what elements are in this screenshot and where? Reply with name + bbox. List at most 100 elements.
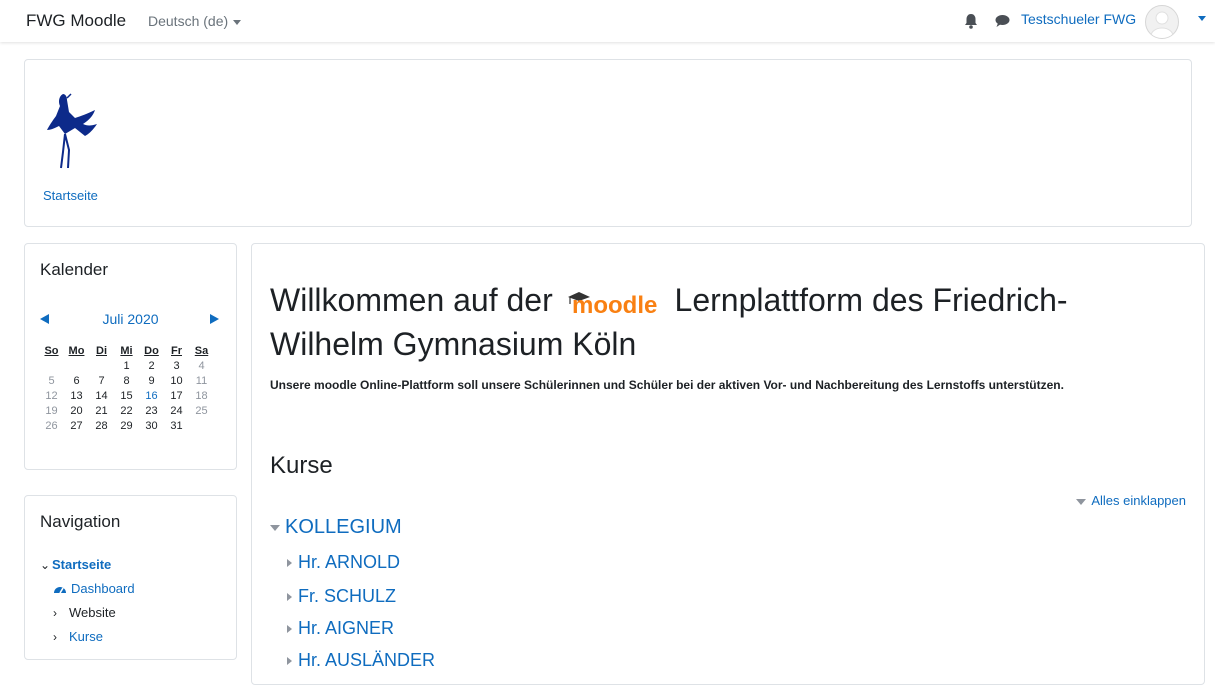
calendar-day[interactable]: 7 <box>89 373 114 388</box>
weekday-header: So <box>44 345 59 357</box>
user-menu-name[interactable]: Testschueler FWG <box>1021 11 1136 27</box>
weekday-header: Mi <box>120 345 133 357</box>
calendar-day[interactable]: 14 <box>89 388 114 403</box>
language-menu[interactable]: Deutsch (de) <box>148 13 242 29</box>
page-title: Willkommen auf der moodle Lernplattform … <box>270 278 1170 366</box>
calendar-day[interactable]: 19 <box>39 403 64 418</box>
nav-item-website[interactable]: › Website <box>40 601 135 625</box>
next-month-arrow-icon[interactable] <box>210 314 219 324</box>
courses-heading: Kurse <box>270 452 333 479</box>
weekday-header: Fr <box>171 345 182 357</box>
calendar-day[interactable]: 21 <box>89 403 114 418</box>
chat-bubble-icon[interactable] <box>995 14 1010 28</box>
calendar-block-title: Kalender <box>40 260 109 279</box>
collapsed-triangle-icon <box>287 625 292 634</box>
subcategory-item[interactable]: Hr. AIGNER <box>287 618 394 639</box>
bell-icon[interactable] <box>964 13 978 29</box>
subcategory-label: Hr. AUSLÄNDER <box>298 650 436 670</box>
welcome-text-start: Willkommen auf der <box>270 282 553 318</box>
calendar-day[interactable]: 15 <box>114 388 139 403</box>
calendar-day[interactable]: 27 <box>64 418 89 433</box>
calendar-block: Kalender Juli 2020 So Mo Di Mi Do Fr Sa … <box>24 243 237 470</box>
calendar-month-header: Juli 2020 <box>40 311 221 331</box>
subcategory-item[interactable]: Hr. ARNOLD <box>287 552 400 573</box>
calendar-empty-day <box>89 358 114 373</box>
calendar-day[interactable]: 23 <box>139 403 164 418</box>
navigation-block: Navigation ⌄ Startseite Dashboard › Webs… <box>24 495 237 660</box>
chevron-right-icon: › <box>53 630 57 644</box>
calendar-empty-day <box>64 358 89 373</box>
nav-item-label: Website <box>69 605 116 620</box>
subcategory-item[interactable]: Fr. SCHULZ <box>287 586 396 607</box>
calendar-day[interactable]: 26 <box>39 418 64 433</box>
subcategory-item[interactable]: Hr. AUSLÄNDER <box>287 650 435 671</box>
collapsed-triangle-icon <box>287 559 292 568</box>
calendar-day[interactable]: 24 <box>164 403 189 418</box>
collapse-all-link[interactable]: Alles einklappen <box>1076 493 1186 508</box>
intro-text: Unsere moodle Online-Plattform soll unse… <box>270 378 1064 392</box>
calendar-day[interactable]: 3 <box>164 358 189 373</box>
calendar-day[interactable]: 2 <box>139 358 164 373</box>
calendar-day[interactable]: 29 <box>114 418 139 433</box>
school-crane-logo <box>47 93 97 169</box>
subcategory-label: Hr. AIGNER <box>298 618 395 638</box>
navigation-tree: ⌄ Startseite Dashboard › Website › Kurse <box>40 553 135 649</box>
collapsed-triangle-icon <box>287 593 292 602</box>
site-brand-link[interactable]: FWG Moodle <box>26 11 126 31</box>
nav-item-label[interactable]: Dashboard <box>71 577 135 601</box>
calendar-day[interactable]: 5 <box>39 373 64 388</box>
language-label: Deutsch (de) <box>148 13 229 29</box>
page-header: Startseite <box>24 59 1192 227</box>
top-navbar: FWG Moodle Deutsch (de) Testschueler FWG <box>0 0 1215 42</box>
breadcrumb[interactable]: Startseite <box>43 188 98 203</box>
navigation-block-title: Navigation <box>40 512 121 531</box>
subcategory-label: Hr. ARNOLD <box>298 552 401 572</box>
nav-item-label[interactable]: Kurse <box>69 625 103 649</box>
calendar-day[interactable]: 10 <box>164 373 189 388</box>
expanded-triangle-icon <box>270 524 280 531</box>
collapse-all-label: Alles einklappen <box>1091 493 1186 508</box>
category-kollegium[interactable]: KOLLEGIUM <box>270 516 402 539</box>
weekday-header: Di <box>96 345 107 357</box>
nav-item-kurse[interactable]: › Kurse <box>40 625 135 649</box>
calendar-day[interactable]: 17 <box>164 388 189 403</box>
calendar-day[interactable]: 30 <box>139 418 164 433</box>
calendar-day[interactable]: 31 <box>164 418 189 433</box>
calendar-day[interactable]: 9 <box>139 373 164 388</box>
chevron-down-icon <box>233 19 242 25</box>
calendar-day[interactable]: 18 <box>189 388 214 403</box>
moodle-logo-text: moodle <box>572 292 657 318</box>
weekday-header: Do <box>144 345 159 357</box>
collapse-triangle-icon <box>1076 498 1087 505</box>
calendar-day[interactable]: 8 <box>114 373 139 388</box>
calendar-week-row: 19 20 21 22 23 24 25 <box>39 403 214 418</box>
calendar-day[interactable]: 6 <box>64 373 89 388</box>
calendar-day[interactable]: 25 <box>189 403 214 418</box>
calendar-week-row: 12 13 14 15 16 17 18 <box>39 388 214 403</box>
calendar-day[interactable]: 16 <box>139 388 164 403</box>
calendar-week-row: 26 27 28 29 30 31 <box>39 418 214 433</box>
calendar-day[interactable]: 20 <box>64 403 89 418</box>
subcategory-label: Fr. SCHULZ <box>298 586 397 606</box>
user-menu-chevron-icon[interactable] <box>1198 16 1206 21</box>
calendar-day[interactable]: 11 <box>189 373 214 388</box>
nav-item-startseite[interactable]: ⌄ Startseite <box>40 553 135 577</box>
user-silhouette-icon <box>1150 11 1174 38</box>
dashboard-gauge-icon <box>54 587 66 594</box>
calendar-grid: So Mo Di Mi Do Fr Sa 1 2 3 4 5 6 7 8 9 10 11 12 13 14… <box>39 344 214 433</box>
calendar-day[interactable]: 13 <box>64 388 89 403</box>
nav-item-label[interactable]: Startseite <box>52 553 111 577</box>
calendar-day[interactable]: 28 <box>89 418 114 433</box>
nav-item-dashboard[interactable]: Dashboard <box>40 577 135 601</box>
calendar-day[interactable]: 4 <box>189 358 214 373</box>
calendar-month-link[interactable]: Juli 2020 <box>40 311 221 327</box>
chevron-right-icon: › <box>53 606 57 620</box>
calendar-day[interactable]: 12 <box>39 388 64 403</box>
calendar-day[interactable]: 22 <box>114 403 139 418</box>
chevron-down-icon: ⌄ <box>40 558 51 572</box>
moodle-logo: moodle <box>567 291 657 318</box>
calendar-day[interactable]: 1 <box>114 358 139 373</box>
category-label: KOLLEGIUM <box>285 516 402 538</box>
weekday-header: Mo <box>68 345 85 357</box>
avatar[interactable] <box>1145 5 1179 39</box>
